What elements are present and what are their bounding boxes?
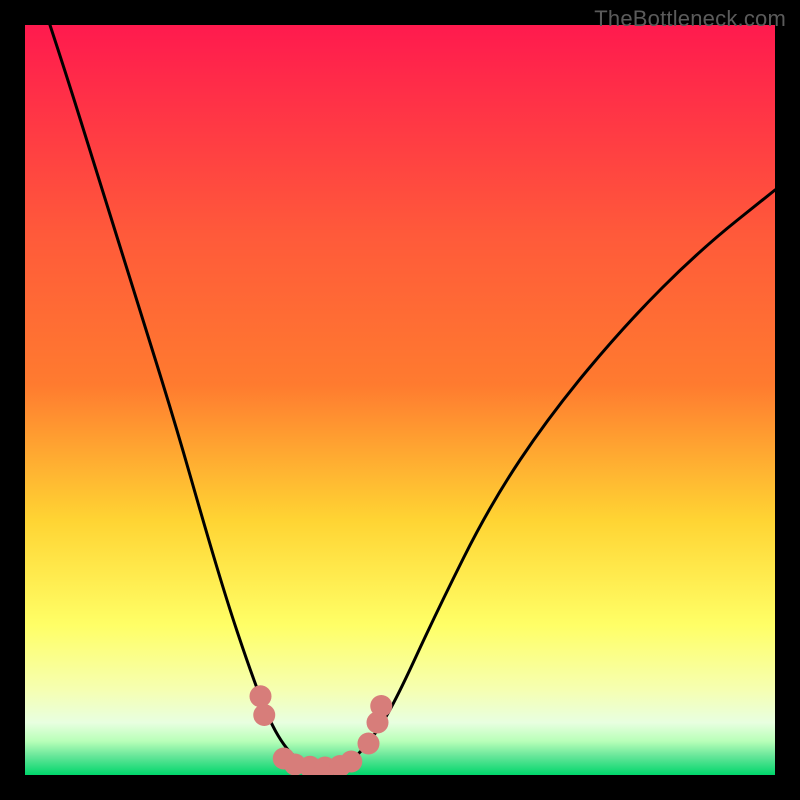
data-marker — [250, 685, 272, 707]
watermark-text: TheBottleneck.com — [594, 6, 786, 32]
plot-area — [25, 25, 775, 775]
data-marker — [370, 695, 392, 717]
plot-svg — [25, 25, 775, 775]
data-marker — [358, 733, 380, 755]
chart-container: TheBottleneck.com — [0, 0, 800, 800]
gradient-background — [25, 25, 775, 775]
data-marker — [253, 704, 275, 726]
data-marker — [340, 751, 362, 773]
